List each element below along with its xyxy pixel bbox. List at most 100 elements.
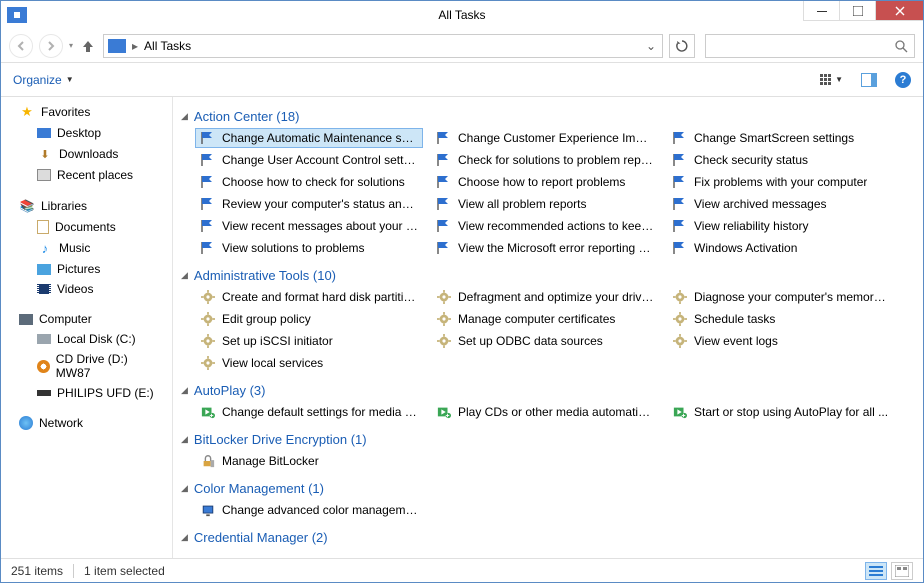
group-header[interactable]: ◢Action Center (18) <box>181 105 919 126</box>
sidebar-item-pictures[interactable]: Pictures <box>1 259 172 279</box>
group-name: Color Management (1) <box>194 481 324 496</box>
task-label: Start or stop using AutoPlay for all ... <box>694 405 888 419</box>
sidebar-item-downloads[interactable]: Downloads <box>1 143 172 165</box>
preview-pane-button[interactable] <box>861 73 877 87</box>
sidebar-item-music[interactable]: Music <box>1 237 172 259</box>
task-item[interactable]: View archived messages <box>667 194 895 214</box>
task-label: Change SmartScreen settings <box>694 131 854 145</box>
refresh-button[interactable] <box>669 34 695 58</box>
task-item[interactable]: View recent messages about your co... <box>195 216 423 236</box>
task-item[interactable]: Change User Account Control settings <box>195 150 423 170</box>
minimize-button[interactable] <box>803 1 839 21</box>
history-dropdown[interactable]: ▾ <box>69 41 73 50</box>
task-item[interactable]: Edit group policy <box>195 309 423 329</box>
group-header[interactable]: ◢Administrative Tools (10) <box>181 264 919 285</box>
favorites-header[interactable]: Favorites <box>1 101 172 123</box>
sidebar-item-local-disk[interactable]: Local Disk (C:) <box>1 329 172 349</box>
breadcrumb[interactable]: All Tasks <box>144 39 638 53</box>
group-header[interactable]: ◢Credential Manager (2) <box>181 526 919 547</box>
group-header[interactable]: ◢BitLocker Drive Encryption (1) <box>181 428 919 449</box>
sidebar-item-usb-drive[interactable]: PHILIPS UFD (E:) <box>1 383 172 403</box>
address-bar[interactable]: ▸ All Tasks ⌄ <box>103 34 663 58</box>
organize-menu[interactable]: Organize ▼ <box>13 73 74 87</box>
task-item[interactable]: Windows Activation <box>667 238 895 258</box>
task-item[interactable]: View the Microsoft error reporting pr... <box>431 238 659 258</box>
sidebar-item-desktop[interactable]: Desktop <box>1 123 172 143</box>
task-item[interactable]: Check for solutions to problem repo... <box>431 150 659 170</box>
task-item[interactable]: Diagnose your computer's memory ... <box>667 287 895 307</box>
flag-icon <box>436 241 452 255</box>
task-label: Diagnose your computer's memory ... <box>694 290 890 304</box>
gear-icon <box>200 356 216 370</box>
back-button[interactable] <box>9 34 33 58</box>
task-label: Defragment and optimize your drives <box>458 290 654 304</box>
computer-icon <box>19 314 33 325</box>
search-input[interactable] <box>712 39 894 53</box>
task-item[interactable]: Change Automatic Maintenance set... <box>195 128 423 148</box>
task-label: Schedule tasks <box>694 312 775 326</box>
task-item[interactable]: Change Customer Experience Impro... <box>431 128 659 148</box>
libraries-header[interactable]: Libraries <box>1 195 172 217</box>
task-item[interactable]: Play CDs or other media automatically <box>431 402 659 422</box>
collapse-icon: ◢ <box>181 111 188 122</box>
view-options-button[interactable]: ▼ <box>820 74 843 85</box>
up-button[interactable] <box>79 39 97 53</box>
sidebar-item-cd-drive[interactable]: CD Drive (D:) MW87 <box>1 349 172 383</box>
gear-icon <box>436 312 452 326</box>
flag-icon <box>436 131 452 145</box>
sidebar-item-documents[interactable]: Documents <box>1 217 172 237</box>
help-button[interactable]: ? <box>895 72 911 88</box>
task-item[interactable]: Set up ODBC data sources <box>431 331 659 351</box>
navigation-bar: ▾ ▸ All Tasks ⌄ <box>1 29 923 63</box>
task-item[interactable]: Start or stop using AutoPlay for all ... <box>667 402 895 422</box>
group-header[interactable]: ◢AutoPlay (3) <box>181 379 919 400</box>
gear-icon <box>672 312 688 326</box>
address-icon <box>108 39 126 53</box>
task-item[interactable]: Review your computer's status and r... <box>195 194 423 214</box>
network-header[interactable]: Network <box>1 413 172 433</box>
task-item[interactable]: View local services <box>195 353 423 373</box>
task-item[interactable]: Set up iSCSI initiator <box>195 331 423 351</box>
computer-header[interactable]: Computer <box>1 309 172 329</box>
content-pane[interactable]: ◢Action Center (18)Change Automatic Main… <box>173 97 923 558</box>
task-label: Set up ODBC data sources <box>458 334 603 348</box>
maximize-button[interactable] <box>839 1 875 21</box>
task-item[interactable]: Choose how to check for solutions <box>195 172 423 192</box>
flag-icon <box>200 241 216 255</box>
task-item[interactable]: View all problem reports <box>431 194 659 214</box>
forward-button[interactable] <box>39 34 63 58</box>
flag-icon <box>436 175 452 189</box>
sidebar-item-videos[interactable]: Videos <box>1 279 172 299</box>
task-item[interactable]: View solutions to problems <box>195 238 423 258</box>
task-item[interactable]: Fix problems with your computer <box>667 172 895 192</box>
task-label: Choose how to report problems <box>458 175 625 189</box>
task-item[interactable]: Create and format hard disk partitions <box>195 287 423 307</box>
task-item[interactable]: Manage BitLocker <box>195 451 423 471</box>
task-item[interactable]: Check security status <box>667 150 895 170</box>
details-view-button[interactable] <box>865 562 887 580</box>
task-item[interactable]: Change default settings for media or... <box>195 402 423 422</box>
flag-icon <box>200 197 216 211</box>
items-grid: Change advanced color manageme... <box>181 500 919 520</box>
task-label: View local services <box>222 356 323 370</box>
navigation-tree: Favorites Desktop Downloads Recent place… <box>1 97 173 558</box>
task-item[interactable]: Schedule tasks <box>667 309 895 329</box>
address-dropdown[interactable]: ⌄ <box>644 39 658 53</box>
task-item[interactable]: Defragment and optimize your drives <box>431 287 659 307</box>
gear-icon <box>200 312 216 326</box>
task-item[interactable]: View recommended actions to keep ... <box>431 216 659 236</box>
close-button[interactable] <box>875 1 923 21</box>
search-box[interactable] <box>705 34 915 58</box>
icons-view-button[interactable] <box>891 562 913 580</box>
task-item[interactable]: Change SmartScreen settings <box>667 128 895 148</box>
group-header[interactable]: ◢Color Management (1) <box>181 477 919 498</box>
group-name: BitLocker Drive Encryption (1) <box>194 432 367 447</box>
task-item[interactable]: Change advanced color manageme... <box>195 500 423 520</box>
sidebar-item-recent[interactable]: Recent places <box>1 165 172 185</box>
task-item[interactable]: Choose how to report problems <box>431 172 659 192</box>
task-item[interactable]: Manage computer certificates <box>431 309 659 329</box>
task-item[interactable]: View reliability history <box>667 216 895 236</box>
task-label: View all problem reports <box>458 197 587 211</box>
task-item[interactable]: View event logs <box>667 331 895 351</box>
libraries-icon <box>19 198 35 214</box>
